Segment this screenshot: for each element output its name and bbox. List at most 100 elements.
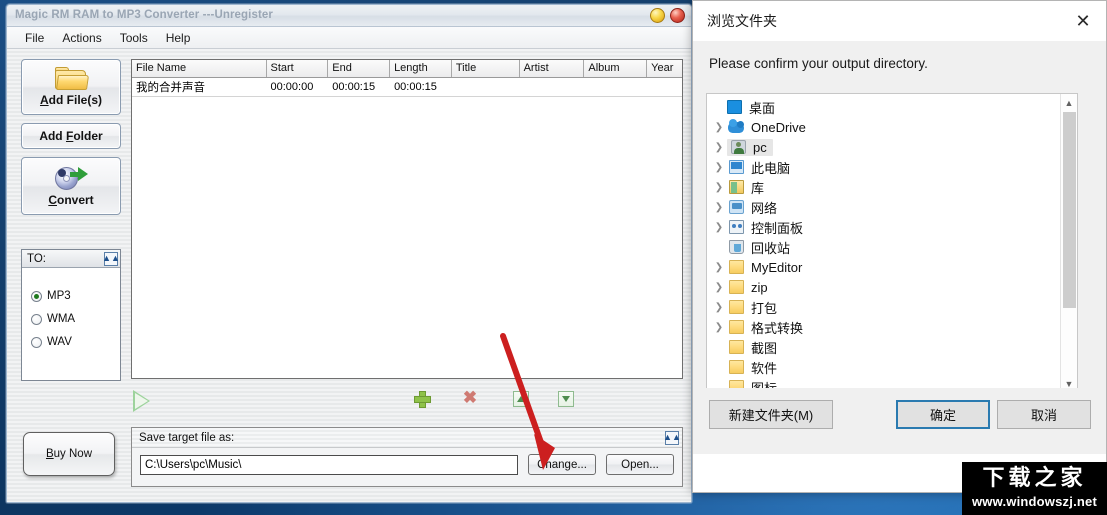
chevron-right-icon[interactable]: ❯ — [711, 182, 727, 193]
chevron-right-icon: ❯ — [711, 342, 727, 353]
browse-folder-dialog: 浏览文件夹 ✕ Please confirm your output direc… — [692, 0, 1107, 493]
folder-icon — [54, 67, 90, 91]
ok-button[interactable]: 确定 — [896, 400, 990, 429]
format-label-wma: WMA — [47, 313, 76, 325]
tree-label: 截图 — [751, 340, 778, 356]
tree-node-library[interactable]: ❯ 库 — [707, 177, 1060, 197]
arrow-up-icon[interactable] — [513, 391, 529, 407]
chevron-up-icon[interactable]: ▲▲ — [102, 251, 120, 266]
tree-scrollbar[interactable]: ▲ ▼ — [1060, 94, 1077, 392]
column-end[interactable]: End — [328, 60, 391, 77]
radio-wma[interactable] — [31, 313, 42, 325]
column-length[interactable]: Length — [390, 60, 452, 77]
column-artist[interactable]: Artist — [519, 60, 585, 77]
control-panel-icon — [727, 220, 745, 234]
tree-node-this-pc[interactable]: ❯ 此电脑 — [707, 157, 1060, 177]
column-start[interactable]: Start — [266, 60, 329, 77]
menu-item-help[interactable]: Help — [158, 29, 199, 47]
tree-label: 网络 — [751, 200, 778, 216]
folder-icon — [727, 260, 745, 274]
radio-wav[interactable] — [31, 336, 42, 348]
chevron-right-icon[interactable]: ❯ — [711, 322, 727, 333]
scrollbar-thumb[interactable] — [1063, 112, 1076, 308]
format-option-wma[interactable]: WMA — [31, 313, 120, 325]
format-option-mp3[interactable]: MP3 — [31, 290, 120, 302]
new-folder-button[interactable]: 新建文件夹(M) — [709, 400, 833, 429]
add-folder-button[interactable]: Add Folder — [21, 123, 121, 149]
close-button[interactable] — [670, 8, 685, 23]
table-row[interactable]: 我的合并声音 00:00:00 00:00:15 00:00:15 — [132, 78, 682, 95]
format-label-mp3: MP3 — [47, 290, 71, 302]
chevron-right-icon[interactable]: ❯ — [711, 262, 727, 273]
tree-node-format-convert[interactable]: ❯ 格式转换 — [707, 317, 1060, 337]
scroll-up-icon[interactable]: ▲ — [1061, 94, 1077, 111]
menu-item-tools[interactable]: Tools — [112, 29, 156, 47]
radio-mp3[interactable] — [31, 290, 42, 302]
add-folder-label: Add Folder — [39, 129, 103, 143]
chevron-right-icon[interactable]: ❯ — [711, 282, 727, 293]
tree-label: 格式转换 — [751, 320, 804, 336]
arrow-down-icon[interactable] — [558, 391, 574, 407]
column-album[interactable]: Album — [584, 60, 648, 77]
column-year[interactable]: Year — [647, 60, 683, 77]
folder-tree[interactable]: ❯ 桌面 ❯ OneDrive ❯ pc — [706, 93, 1078, 393]
convert-button[interactable]: Convert — [21, 157, 121, 215]
output-path-input[interactable] — [140, 454, 518, 475]
cell-length: 00:00:15 — [394, 80, 437, 93]
recycle-bin-icon — [727, 240, 745, 254]
tree-node-dabao[interactable]: ❯ 打包 — [707, 297, 1060, 317]
play-button[interactable] — [133, 387, 157, 415]
file-list[interactable]: File Name Start End Length Title Artist … — [131, 59, 683, 379]
chevron-right-icon[interactable]: ❯ — [711, 302, 727, 313]
menu-item-actions[interactable]: Actions — [54, 29, 109, 47]
tree-node-pc-user[interactable]: ❯ pc — [707, 137, 1060, 157]
folder-icon — [727, 320, 745, 334]
cell-start: 00:00:00 — [270, 80, 314, 93]
tree-label: 打包 — [751, 300, 778, 316]
window-controls — [650, 8, 685, 23]
chevron-right-icon[interactable]: ❯ — [711, 222, 727, 233]
red-x-icon[interactable]: ✖ — [462, 389, 478, 407]
chevron-right-icon[interactable]: ❯ — [711, 122, 727, 133]
tree-node-onedrive[interactable]: ❯ OneDrive — [707, 117, 1060, 137]
tree-node-myeditor[interactable]: ❯ MyEditor — [707, 257, 1060, 277]
chevron-right-icon[interactable]: ❯ — [711, 202, 727, 213]
change-button[interactable]: Change... — [528, 454, 596, 475]
tree-node-software[interactable]: ❯ 软件 — [707, 357, 1060, 377]
tree-node-network[interactable]: ❯ 网络 — [707, 197, 1060, 217]
user-icon — [729, 140, 747, 154]
folder-tree-items: ❯ 桌面 ❯ OneDrive ❯ pc — [707, 94, 1060, 392]
chevron-up-icon-2[interactable]: ▲▲ — [663, 430, 681, 445]
format-option-wav[interactable]: WAV — [31, 336, 120, 348]
green-plus-icon[interactable] — [414, 391, 431, 408]
add-files-button[interactable]: AAdd File(s)dd File(s) — [21, 59, 121, 115]
dialog-footer: 新建文件夹(M) 确定 取消 — [693, 388, 1106, 454]
tree-node-zip[interactable]: ❯ zip — [707, 277, 1060, 297]
minimize-button[interactable] — [650, 8, 665, 23]
close-icon[interactable]: ✕ — [1060, 2, 1106, 41]
tree-node-desktop[interactable]: ❯ 桌面 — [707, 97, 1060, 117]
cancel-button[interactable]: 取消 — [997, 400, 1091, 429]
column-file-name[interactable]: File Name — [132, 60, 267, 77]
dialog-body: Please confirm your output directory. ❯ … — [693, 41, 1106, 428]
library-icon — [727, 180, 745, 194]
menu-item-file[interactable]: File — [17, 29, 52, 47]
column-title[interactable]: Title — [451, 60, 520, 77]
desktop-background: Magic RM RAM to MP3 Converter ---Unregis… — [0, 0, 1107, 515]
save-target-label: Save target file as: — [139, 431, 235, 444]
buy-now-button[interactable]: Buy Now — [23, 432, 115, 476]
network-icon — [727, 200, 745, 214]
chevron-right-icon[interactable]: ❯ — [711, 142, 727, 153]
tree-node-screenshot[interactable]: ❯ 截图 — [707, 337, 1060, 357]
tree-label: 控制面板 — [751, 220, 804, 236]
save-target-group: Save target file as: ▲▲ Change... Open..… — [131, 427, 683, 487]
open-button[interactable]: Open... — [606, 454, 674, 475]
tree-label: 库 — [751, 180, 765, 196]
folder-icon — [727, 340, 745, 354]
convert-label: Convert — [48, 193, 94, 207]
chevron-right-icon[interactable]: ❯ — [711, 162, 727, 173]
tree-node-control-panel[interactable]: ❯ 控制面板 — [707, 217, 1060, 237]
app-titlebar: Magic RM RAM to MP3 Converter ---Unregis… — [7, 5, 691, 27]
tree-label: 桌面 — [749, 100, 776, 116]
tree-node-recycle-bin[interactable]: ❯ 回收站 — [707, 237, 1060, 257]
